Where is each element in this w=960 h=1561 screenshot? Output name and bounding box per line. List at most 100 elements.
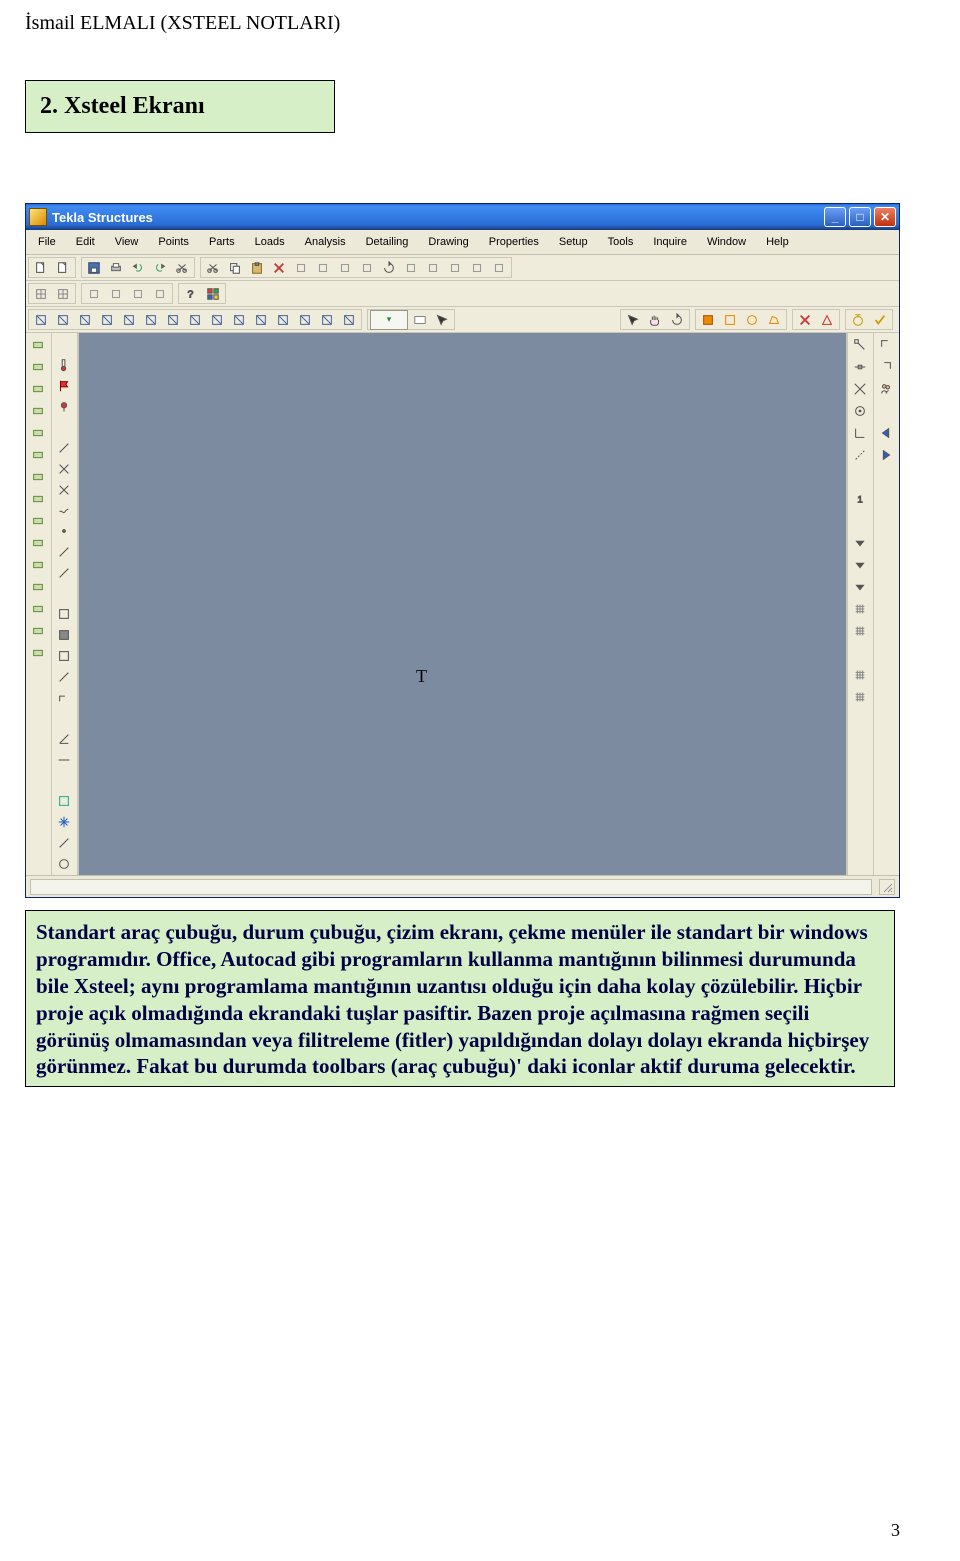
box-fill-icon[interactable]	[54, 626, 74, 645]
hand-icon[interactable]	[645, 310, 665, 330]
rotate-view-icon[interactable]	[667, 310, 687, 330]
close-button[interactable]: ✕	[874, 207, 896, 227]
view-icon-7[interactable]	[163, 310, 183, 330]
snap-perp-icon[interactable]	[850, 423, 870, 443]
snap-center-icon[interactable]	[850, 401, 870, 421]
scissors-icon[interactable]	[172, 258, 192, 278]
view-icon-2[interactable]	[53, 310, 73, 330]
maximize-button[interactable]: □	[849, 207, 871, 227]
paste-icon[interactable]	[247, 258, 267, 278]
arrow-right-icon[interactable]	[876, 445, 896, 465]
menu-parts[interactable]: Parts	[201, 234, 245, 250]
view-icon-3[interactable]	[75, 310, 95, 330]
sel-poly-icon[interactable]	[764, 310, 784, 330]
open-file-icon[interactable]	[53, 258, 73, 278]
x-red-icon[interactable]	[795, 310, 815, 330]
layer-2-icon[interactable]	[850, 687, 870, 707]
deselect-icon[interactable]	[445, 258, 465, 278]
pin-icon[interactable]	[54, 397, 74, 416]
zoom-window-icon[interactable]	[313, 258, 333, 278]
mesh-snap-icon[interactable]	[850, 621, 870, 641]
rotate-icon[interactable]	[379, 258, 399, 278]
people-icon[interactable]	[876, 379, 896, 399]
menu-loads[interactable]: Loads	[247, 234, 295, 250]
delete-icon[interactable]	[269, 258, 289, 278]
cross-icon[interactable]	[54, 480, 74, 499]
polygon-icon[interactable]	[150, 284, 170, 304]
snap-ext-icon[interactable]	[850, 445, 870, 465]
view-icon-12[interactable]	[273, 310, 293, 330]
dot-icon[interactable]	[54, 522, 74, 541]
menu-drawing[interactable]: Drawing	[420, 234, 478, 250]
pan-icon[interactable]	[357, 258, 377, 278]
view-icon-8[interactable]	[185, 310, 205, 330]
grid-snap-icon[interactable]	[850, 599, 870, 619]
help-icon[interactable]	[489, 258, 509, 278]
save-icon[interactable]	[84, 258, 104, 278]
nobox-icon[interactable]	[54, 646, 74, 665]
view-icon-4[interactable]	[97, 310, 117, 330]
settings-icon[interactable]	[467, 258, 487, 278]
view-icon-11[interactable]	[251, 310, 271, 330]
grid-icon[interactable]	[31, 284, 51, 304]
slab-icon[interactable]	[28, 489, 48, 509]
num-1-icon[interactable]: 1	[850, 489, 870, 509]
grid-point-icon[interactable]	[53, 284, 73, 304]
print-icon[interactable]	[106, 258, 126, 278]
find-icon[interactable]	[291, 258, 311, 278]
mesh-icon[interactable]	[28, 533, 48, 553]
undo-icon[interactable]	[128, 258, 148, 278]
menu-tools[interactable]: Tools	[600, 234, 644, 250]
down-3-icon[interactable]	[850, 577, 870, 597]
horiz-icon[interactable]	[54, 750, 74, 769]
down-1-icon[interactable]	[850, 533, 870, 553]
tilde-icon[interactable]	[54, 501, 74, 520]
box-outline-icon[interactable]	[54, 605, 74, 624]
view-icon-10[interactable]	[229, 310, 249, 330]
menu-properties[interactable]: Properties	[481, 234, 549, 250]
corner-icon[interactable]	[54, 688, 74, 707]
point-icon[interactable]	[84, 284, 104, 304]
view-icon-14[interactable]	[317, 310, 337, 330]
arrow-icon[interactable]	[623, 310, 643, 330]
menu-help[interactable]: Help	[758, 234, 799, 250]
view-icon-1[interactable]	[31, 310, 51, 330]
select-icon[interactable]	[423, 258, 443, 278]
slash3-icon[interactable]	[54, 563, 74, 582]
angle-icon[interactable]	[54, 730, 74, 749]
question-icon[interactable]: ?	[181, 284, 201, 304]
snap-int-icon[interactable]	[850, 379, 870, 399]
menu-inquire[interactable]: Inquire	[645, 234, 697, 250]
redo-icon[interactable]	[150, 258, 170, 278]
line-icon[interactable]	[106, 284, 126, 304]
view-icon-6[interactable]	[141, 310, 161, 330]
beam-icon[interactable]	[28, 335, 48, 355]
repeat-icon[interactable]	[401, 258, 421, 278]
menu-view[interactable]: View	[107, 234, 149, 250]
col-icon[interactable]	[28, 357, 48, 377]
polyline-icon[interactable]	[128, 284, 148, 304]
corner-tr-icon[interactable]	[876, 357, 896, 377]
down-2-icon[interactable]	[850, 555, 870, 575]
view-icon-15[interactable]	[339, 310, 359, 330]
cut-part-icon[interactable]	[28, 621, 48, 641]
sel-box-icon[interactable]	[720, 310, 740, 330]
line-seg-icon[interactable]	[54, 667, 74, 686]
minimize-button[interactable]: _	[824, 207, 846, 227]
snap-mid-icon[interactable]	[850, 357, 870, 377]
dd-icon[interactable]	[410, 310, 430, 330]
sel-circle-icon[interactable]	[742, 310, 762, 330]
circle-icon[interactable]	[54, 854, 74, 873]
conn-icon[interactable]	[28, 577, 48, 597]
rebar-icon[interactable]	[28, 511, 48, 531]
menu-detailing[interactable]: Detailing	[358, 234, 419, 250]
sel-orange-icon[interactable]	[698, 310, 718, 330]
pad-icon[interactable]	[28, 555, 48, 575]
new-file-icon[interactable]	[31, 258, 51, 278]
view-dropdown[interactable]: ▾	[370, 310, 408, 330]
x-mark-icon[interactable]	[54, 460, 74, 479]
color-icon[interactable]	[203, 284, 223, 304]
view-icon-13[interactable]	[295, 310, 315, 330]
menu-points[interactable]: Points	[150, 234, 199, 250]
thermo-icon[interactable]	[54, 356, 74, 375]
